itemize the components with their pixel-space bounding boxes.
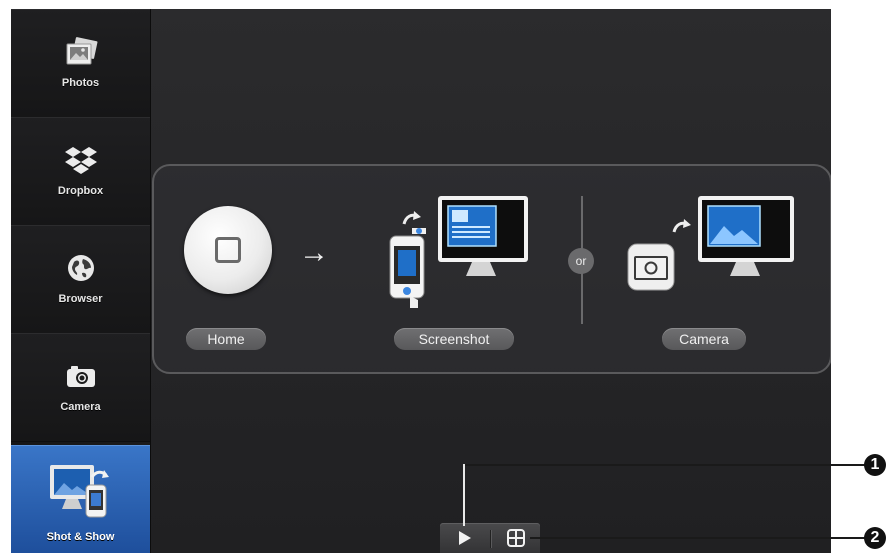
- app-screen: Photos Dropbox Browser Camera Shot & Sho…: [11, 9, 831, 553]
- callout-1: 1: [864, 454, 886, 476]
- or-badge: or: [568, 248, 594, 274]
- right-arrow-icon: →: [299, 236, 329, 269]
- sidebar-item-browser[interactable]: Browser: [11, 225, 150, 334]
- callout-line-1: [463, 464, 866, 466]
- home-label: Home: [186, 328, 266, 350]
- home-square-icon: [215, 237, 241, 263]
- camera-illustration-icon: [624, 192, 804, 307]
- sidebar-item-dropbox[interactable]: Dropbox: [11, 117, 150, 226]
- screenshot-label: Screenshot: [394, 328, 514, 350]
- dropbox-icon: [64, 143, 98, 177]
- sidebar-item-label: Dropbox: [57, 185, 104, 197]
- screenshot-illustration-icon: [386, 192, 536, 317]
- grid-icon: [507, 529, 525, 547]
- callout-2: 2: [864, 527, 886, 549]
- sidebar-item-shot-show[interactable]: Shot & Show: [11, 445, 150, 553]
- sidebar-item-photos[interactable]: Photos: [11, 9, 150, 118]
- play-button[interactable]: [440, 523, 490, 553]
- photos-icon: [64, 35, 98, 69]
- globe-icon: [66, 251, 96, 285]
- camera-label: Camera: [662, 328, 746, 350]
- callout-pointer-1: [463, 464, 465, 526]
- sidebar-item-label: Browser: [58, 293, 103, 305]
- sidebar-item-camera[interactable]: Camera: [11, 333, 150, 442]
- instruction-panel: → or Home Screenshot Camera: [152, 164, 831, 374]
- sidebar-item-label: Photos: [61, 77, 100, 89]
- sidebar-item-label: Shot & Show: [46, 531, 115, 543]
- home-button-icon: [184, 206, 272, 294]
- bottom-toolbar: [440, 523, 540, 553]
- sidebar: Photos Dropbox Browser Camera Shot & Sho…: [11, 9, 151, 553]
- shot-show-icon: [46, 459, 116, 521]
- play-icon: [459, 531, 471, 545]
- camera-icon: [65, 359, 97, 393]
- callout-line-2: [530, 537, 866, 539]
- sidebar-item-label: Camera: [60, 401, 101, 413]
